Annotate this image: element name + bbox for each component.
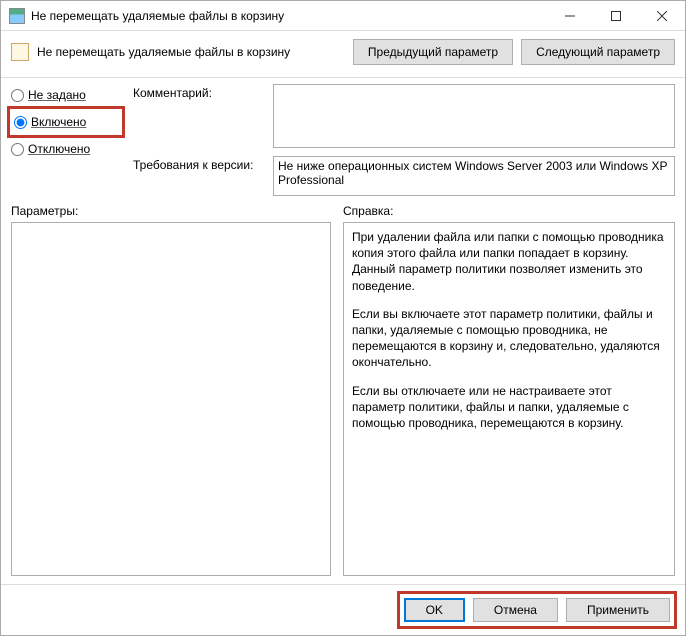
help-header: Справка: <box>343 204 393 218</box>
ok-button[interactable]: OK <box>404 598 465 622</box>
next-setting-button[interactable]: Следующий параметр <box>521 39 675 65</box>
minimize-button[interactable] <box>547 1 593 31</box>
policy-icon <box>11 43 29 61</box>
options-header: Параметры: <box>11 204 331 218</box>
gpo-icon <box>9 8 25 24</box>
header-title: Не перемещать удаляемые файлы в корзину <box>37 45 345 59</box>
radio-disabled[interactable] <box>11 143 24 156</box>
header: Не перемещать удаляемые файлы в корзину … <box>1 31 685 78</box>
window-title: Не перемещать удаляемые файлы в корзину <box>31 9 547 23</box>
radio-enabled[interactable] <box>14 116 27 129</box>
apply-button[interactable]: Применить <box>566 598 670 622</box>
radio-disabled-label[interactable]: Отключено <box>28 142 90 156</box>
previous-setting-button[interactable]: Предыдущий параметр <box>353 39 513 65</box>
comment-input[interactable] <box>273 84 675 148</box>
maximize-button[interactable] <box>593 1 639 31</box>
help-para: При удалении файла или папки с помощью п… <box>352 229 666 294</box>
titlebar: Не перемещать удаляемые файлы в корзину <box>1 1 685 31</box>
radio-enabled-label[interactable]: Включено <box>31 115 86 129</box>
help-para: Если вы включаете этот параметр политики… <box>352 306 666 371</box>
help-panel: При удалении файла или папки с помощью п… <box>343 222 675 576</box>
radio-not-configured[interactable] <box>11 89 24 102</box>
state-radios: Не задано Включено Отключено <box>11 84 121 196</box>
requirements-label: Требования к версии: <box>133 156 263 196</box>
footer-highlight: OK Отмена Применить <box>397 591 677 629</box>
cancel-button[interactable]: Отмена <box>473 598 558 622</box>
footer: OK Отмена Применить <box>1 584 685 635</box>
close-button[interactable] <box>639 1 685 31</box>
help-para: Если вы отключаете или не настраиваете э… <box>352 383 666 432</box>
radio-not-configured-label[interactable]: Не задано <box>28 88 86 102</box>
comment-label: Комментарий: <box>133 84 263 148</box>
options-panel <box>11 222 331 576</box>
requirements-text: Не ниже операционных систем Windows Serv… <box>273 156 675 196</box>
